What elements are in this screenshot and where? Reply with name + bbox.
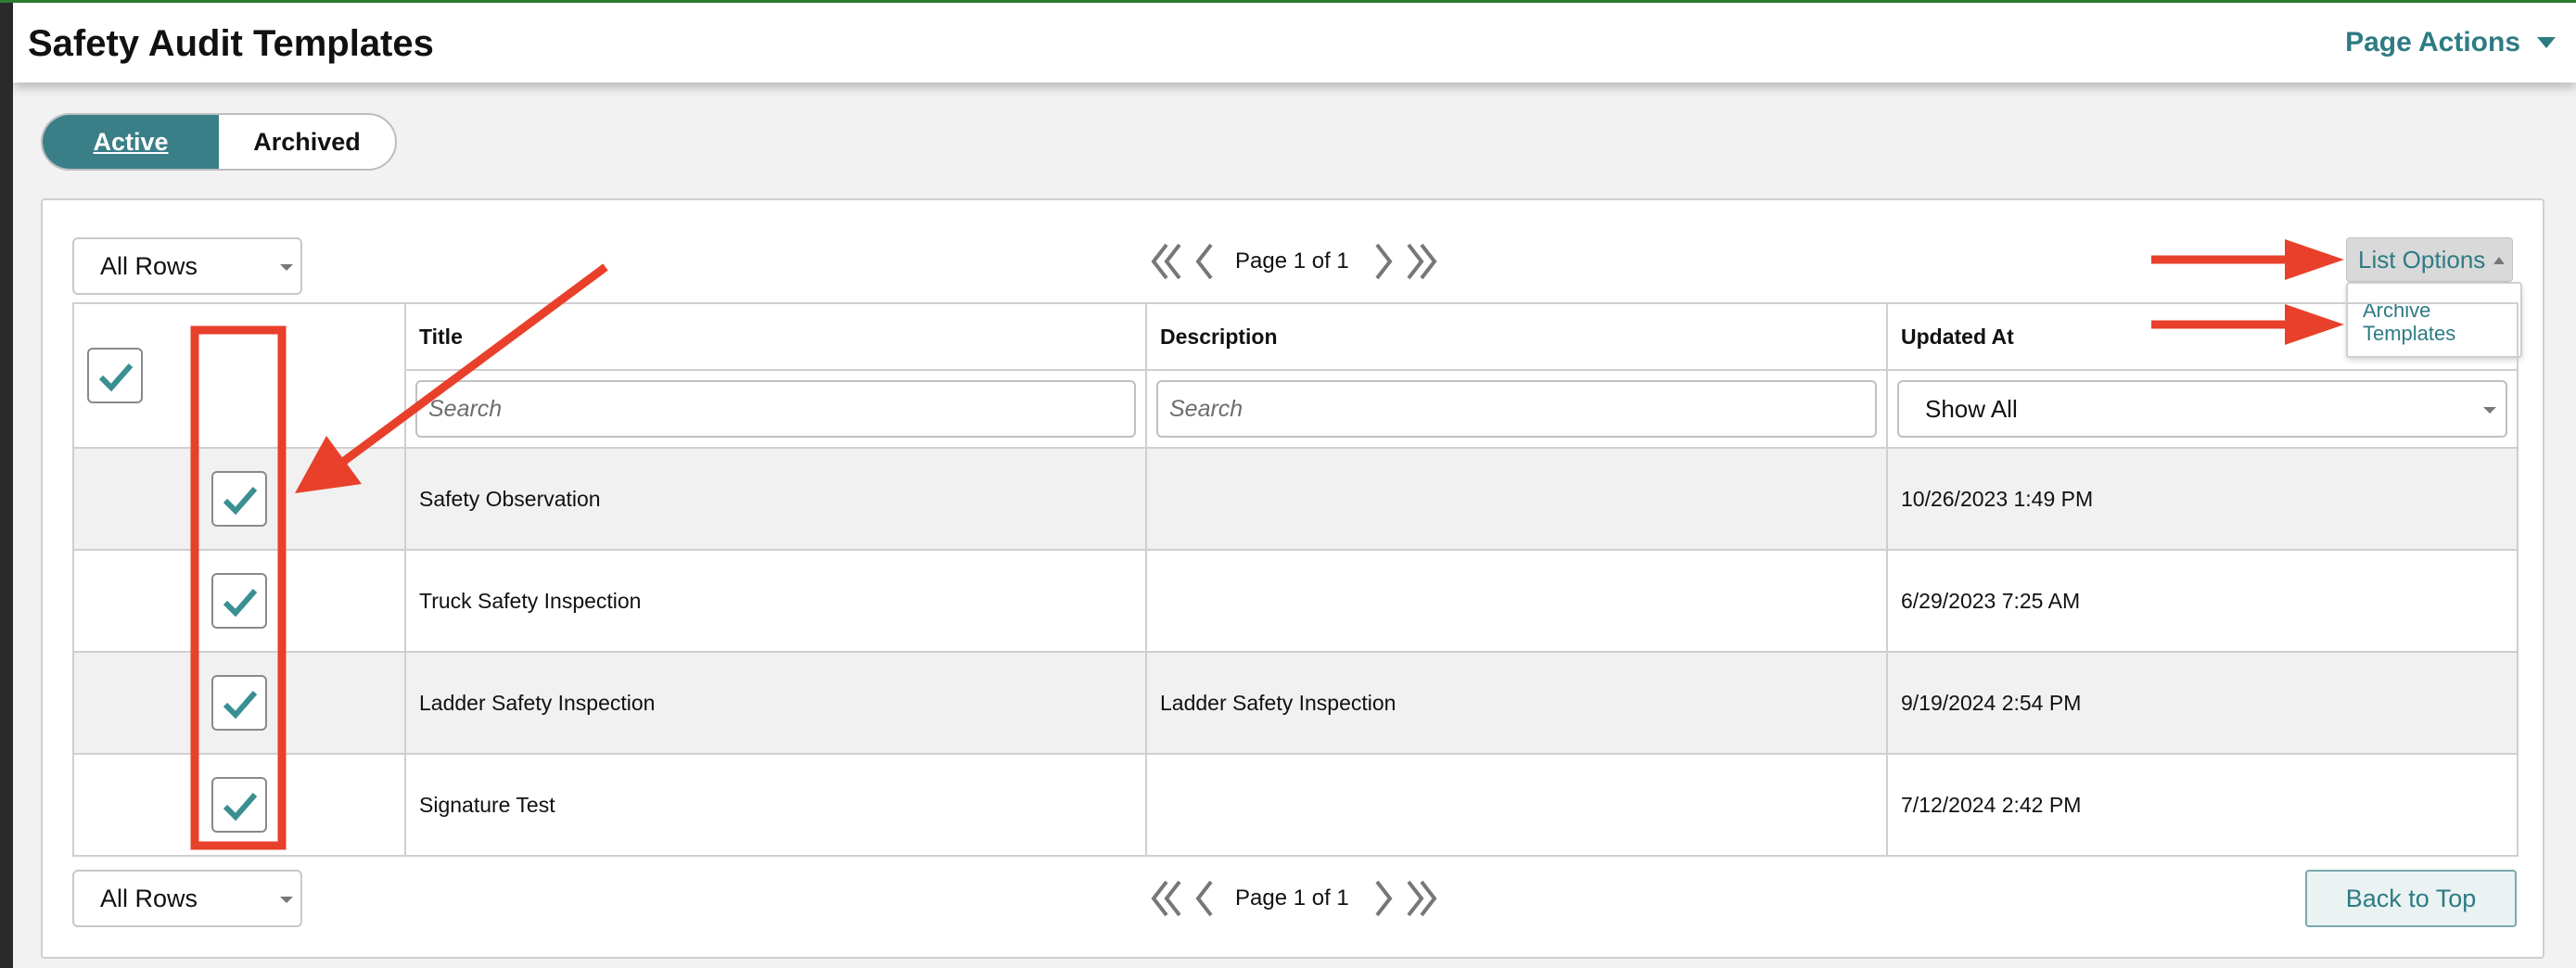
row-description: [1145, 447, 1888, 551]
description-filter-cell: [1145, 369, 1888, 449]
column-header-title[interactable]: Title: [404, 302, 1147, 371]
row-select-cell: [72, 753, 406, 857]
double-chevron-left-icon[interactable]: [1148, 241, 1183, 282]
double-chevron-left-icon[interactable]: [1148, 878, 1183, 919]
tab-active[interactable]: Active: [43, 115, 219, 169]
row-select-cell: [72, 447, 406, 551]
rows-select-value: All Rows: [100, 884, 198, 912]
table-row: Ladder Safety Inspection Ladder Safety I…: [72, 651, 2519, 755]
pager-text: Page 1 of 1: [1235, 248, 1349, 274]
row-checkbox[interactable]: [211, 471, 267, 527]
row-description: Ladder Safety Inspection: [1145, 651, 1888, 755]
row-updated-at: 10/26/2023 1:49 PM: [1886, 447, 2519, 551]
caret-down-icon: [2537, 37, 2556, 48]
table-filter-row: Show All: [73, 369, 2519, 449]
caret-down-icon: [2483, 407, 2496, 414]
chevron-left-icon[interactable]: [1191, 878, 1218, 919]
title-search-input[interactable]: [415, 380, 1136, 438]
row-updated-at: 6/29/2023 7:25 AM: [1886, 549, 2519, 653]
updated-at-filter-value: Show All: [1925, 394, 2018, 423]
caret-up-icon: [2493, 257, 2505, 264]
row-select-cell: [72, 549, 406, 653]
chevron-right-icon[interactable]: [1370, 241, 1397, 282]
status-toggle: Active Archived: [41, 113, 397, 171]
templates-table: Title Description Updated At Show All: [72, 302, 2519, 857]
table-row: Truck Safety Inspection 6/29/2023 7:25 A…: [72, 549, 2519, 653]
row-description: [1145, 549, 1888, 653]
row-description: [1145, 753, 1888, 857]
double-chevron-right-icon[interactable]: [1405, 878, 1440, 919]
check-icon: [223, 793, 258, 822]
title-filter-cell: [404, 369, 1147, 449]
rows-per-page-select-top[interactable]: All Rows: [72, 237, 302, 295]
double-chevron-right-icon[interactable]: [1405, 241, 1440, 282]
updated-at-filter-cell: Show All: [1886, 369, 2519, 449]
check-icon: [223, 487, 258, 516]
row-select-cell: [72, 651, 406, 755]
rows-per-page-select-bottom[interactable]: All Rows: [72, 870, 302, 927]
table-row: Safety Observation 10/26/2023 1:49 PM: [72, 447, 2519, 551]
page-title: Safety Audit Templates: [28, 23, 434, 64]
check-icon: [223, 691, 258, 720]
row-checkbox[interactable]: [211, 573, 267, 629]
page-header: Safety Audit Templates Page Actions: [13, 3, 2576, 83]
row-title[interactable]: Safety Observation: [404, 447, 1147, 551]
table-header-row: Title Description Updated At: [72, 302, 2519, 449]
window-edge: [0, 0, 13, 968]
column-header-description[interactable]: Description: [1145, 302, 1888, 371]
page-actions-label: Page Actions: [2345, 27, 2520, 57]
list-options-label: List Options: [2358, 245, 2486, 274]
check-icon: [223, 589, 258, 618]
updated-at-filter-select[interactable]: Show All: [1897, 380, 2507, 438]
caret-down-icon: [280, 264, 293, 271]
page-actions-menu[interactable]: Page Actions: [2345, 27, 2556, 58]
rows-select-value: All Rows: [100, 251, 198, 280]
select-all-cell: [72, 302, 406, 449]
row-title[interactable]: Signature Test: [404, 753, 1147, 857]
check-icon: [98, 363, 134, 392]
pager-top: Page 1 of 1: [1148, 241, 1440, 282]
column-header-updated-at[interactable]: Updated At: [1886, 302, 2519, 371]
tab-archived[interactable]: Archived: [219, 115, 395, 169]
row-updated-at: 9/19/2024 2:54 PM: [1886, 651, 2519, 755]
row-title[interactable]: Ladder Safety Inspection: [404, 651, 1147, 755]
chevron-left-icon[interactable]: [1191, 241, 1218, 282]
pager-text: Page 1 of 1: [1235, 885, 1349, 911]
list-options-button[interactable]: List Options: [2346, 237, 2513, 282]
table-row: Signature Test 7/12/2024 2:42 PM: [72, 753, 2519, 857]
templates-panel: All Rows Page 1 of 1 List Options Archiv…: [41, 198, 2544, 959]
row-title[interactable]: Truck Safety Inspection: [404, 549, 1147, 653]
row-updated-at: 7/12/2024 2:42 PM: [1886, 753, 2519, 857]
chevron-right-icon[interactable]: [1370, 878, 1397, 919]
select-all-checkbox[interactable]: [87, 348, 143, 403]
description-search-input[interactable]: [1156, 380, 1877, 438]
row-checkbox[interactable]: [211, 777, 267, 833]
caret-down-icon: [280, 897, 293, 903]
row-checkbox[interactable]: [211, 675, 267, 731]
back-to-top-button[interactable]: Back to Top: [2305, 870, 2517, 927]
pager-bottom: Page 1 of 1: [1148, 878, 1440, 919]
